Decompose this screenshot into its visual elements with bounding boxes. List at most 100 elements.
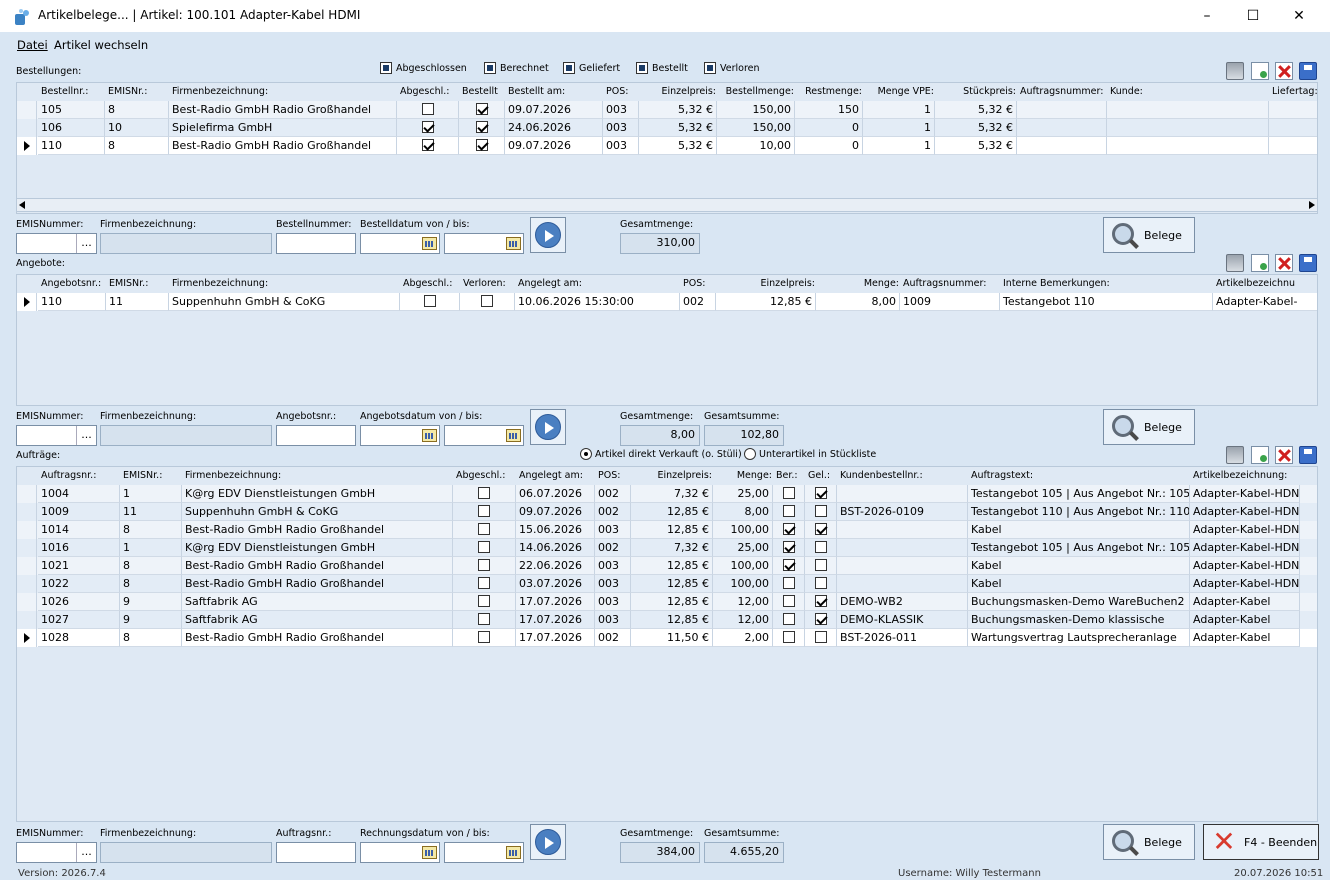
emis-input[interactable]: ... xyxy=(16,425,97,446)
table-cell[interactable] xyxy=(453,485,516,503)
checkbox[interactable] xyxy=(782,577,795,589)
belege-button[interactable]: Belege xyxy=(1103,824,1195,860)
checkbox[interactable] xyxy=(782,487,795,499)
checkbox[interactable] xyxy=(478,631,490,643)
column-header[interactable]: Angelegt am: xyxy=(518,278,679,289)
column-header[interactable]: Firmenbezeichnung: xyxy=(172,86,396,97)
column-header[interactable]: POS: xyxy=(598,470,630,481)
checkbox[interactable] xyxy=(421,103,434,115)
column-header[interactable]: Menge: xyxy=(716,470,772,481)
bestellnummer-input[interactable] xyxy=(276,233,356,254)
table-cell[interactable] xyxy=(805,629,837,647)
table-cell[interactable] xyxy=(805,503,837,521)
current-row-arrow-icon[interactable] xyxy=(17,137,37,155)
close-button[interactable]: ✕ xyxy=(1276,0,1322,32)
search-play-button[interactable] xyxy=(530,824,566,860)
horizontal-scrollbar[interactable] xyxy=(16,198,1318,212)
calendar-icon[interactable] xyxy=(422,237,437,250)
table-row[interactable]: 1022 8 Best-Radio GmbH Radio Großhandel 03.… xyxy=(17,575,1317,593)
checkbox[interactable] xyxy=(814,487,827,499)
browse-button[interactable]: ... xyxy=(76,843,96,862)
checkbox[interactable] xyxy=(814,541,827,553)
row-selector[interactable] xyxy=(17,593,37,611)
print-icon[interactable] xyxy=(1226,254,1244,272)
column-header[interactable]: Bestellmenge: xyxy=(720,86,794,97)
column-header[interactable]: EMISNr.: xyxy=(123,470,181,481)
column-header[interactable]: Abgeschl.: xyxy=(403,278,459,289)
column-header[interactable]: Menge: xyxy=(819,278,899,289)
row-selector[interactable] xyxy=(17,557,37,575)
column-header[interactable]: Bestellnr.: xyxy=(41,86,104,97)
checkbox[interactable] xyxy=(814,559,827,571)
checkbox[interactable] xyxy=(782,631,795,643)
table-row[interactable]: 110 8 Best-Radio GmbH Radio Großhandel 09.0… xyxy=(17,137,1317,155)
search-play-button[interactable] xyxy=(530,217,566,253)
column-header[interactable]: Verloren: xyxy=(463,278,514,289)
radio-direkt-verkauft[interactable]: Artikel direkt Verkauft (o. Stüli) xyxy=(580,448,742,460)
checkbox[interactable] xyxy=(782,523,795,535)
column-header[interactable]: Artikelbezeichnu xyxy=(1216,278,1317,289)
column-header[interactable]: EMISNr.: xyxy=(109,278,168,289)
current-row-arrow-icon[interactable] xyxy=(17,293,37,311)
table-row[interactable]: 1014 8 Best-Radio GmbH Radio Großhandel 15.… xyxy=(17,521,1317,539)
date-from-input[interactable] xyxy=(360,233,440,254)
checkbox[interactable] xyxy=(782,595,795,607)
table-cell[interactable] xyxy=(805,593,837,611)
column-header[interactable]: Angelegt am: xyxy=(519,470,594,481)
row-selector[interactable] xyxy=(17,119,37,137)
checkbox[interactable] xyxy=(421,139,434,151)
column-header[interactable]: Auftragstext: xyxy=(971,470,1189,481)
checkbox[interactable] xyxy=(782,505,795,517)
table-row[interactable]: 105 8 Best-Radio GmbH Radio Großhandel 09.0… xyxy=(17,101,1317,119)
column-header[interactable]: Menge VPE: xyxy=(866,86,934,97)
table-cell[interactable] xyxy=(453,629,516,647)
table-cell[interactable] xyxy=(773,521,805,539)
delete-icon[interactable] xyxy=(1275,254,1293,272)
row-selector[interactable] xyxy=(17,611,37,629)
checkbox[interactable] xyxy=(475,139,488,151)
column-header[interactable]: Firmenbezeichnung: xyxy=(185,470,452,481)
column-header[interactable]: Stückpreis: xyxy=(938,86,1016,97)
table-cell[interactable] xyxy=(773,629,805,647)
column-header[interactable]: POS: xyxy=(606,86,638,97)
print-icon[interactable] xyxy=(1226,446,1244,464)
column-header[interactable]: Ber.: xyxy=(776,470,804,481)
column-header[interactable]: Kunde: xyxy=(1110,86,1268,97)
browse-button[interactable]: ... xyxy=(76,234,96,253)
maximize-button[interactable]: ☐ xyxy=(1230,0,1276,32)
filter-geliefert[interactable]: Geliefert xyxy=(563,62,620,74)
column-header[interactable]: Auftragsnummer: xyxy=(903,278,999,289)
column-header[interactable]: EMISNr.: xyxy=(108,86,168,97)
column-header[interactable]: Gel.: xyxy=(808,470,836,481)
beenden-button[interactable]: ✕ F4 - Beenden xyxy=(1203,824,1319,860)
new-document-icon[interactable] xyxy=(1251,254,1269,272)
checkbox[interactable] xyxy=(478,577,490,589)
row-selector[interactable] xyxy=(17,539,37,557)
checkbox[interactable] xyxy=(421,121,434,133)
current-row-arrow-icon[interactable] xyxy=(17,629,37,647)
save-icon[interactable] xyxy=(1299,254,1317,272)
checkbox[interactable] xyxy=(814,577,827,589)
table-cell[interactable] xyxy=(805,611,837,629)
table-row[interactable]: 106 10 Spielefirma GmbH 24.06.2026 003 5,32 €… xyxy=(17,119,1317,137)
column-header[interactable]: Einzelpreis: xyxy=(634,470,713,481)
table-row[interactable]: 1021 8 Best-Radio GmbH Radio Großhandel 22.… xyxy=(17,557,1317,575)
table-row[interactable]: 1026 9 Saftfabrik AG 17.07.2026 003 12,85 €12… xyxy=(17,593,1317,611)
table-cell[interactable] xyxy=(453,611,516,629)
checkbox[interactable] xyxy=(478,541,490,553)
checkbox[interactable] xyxy=(481,295,493,307)
date-from-input[interactable] xyxy=(360,842,440,863)
checkbox[interactable] xyxy=(782,613,795,625)
delete-icon[interactable] xyxy=(1275,446,1293,464)
table-cell[interactable] xyxy=(805,521,837,539)
filter-berechnet[interactable]: Berechnet xyxy=(484,62,549,74)
row-selector[interactable] xyxy=(17,503,37,521)
column-header[interactable]: Liefertag: xyxy=(1272,86,1317,97)
checkbox[interactable] xyxy=(814,505,827,517)
checkbox[interactable] xyxy=(423,295,436,307)
table-row[interactable]: 110 11 Suppenhuhn GmbH & CoKG 10.06.2026 15… xyxy=(17,293,1317,311)
table-cell[interactable] xyxy=(773,611,805,629)
checkbox[interactable] xyxy=(814,595,827,607)
column-header[interactable]: Bestellt xyxy=(462,86,504,97)
table-cell[interactable] xyxy=(453,503,516,521)
